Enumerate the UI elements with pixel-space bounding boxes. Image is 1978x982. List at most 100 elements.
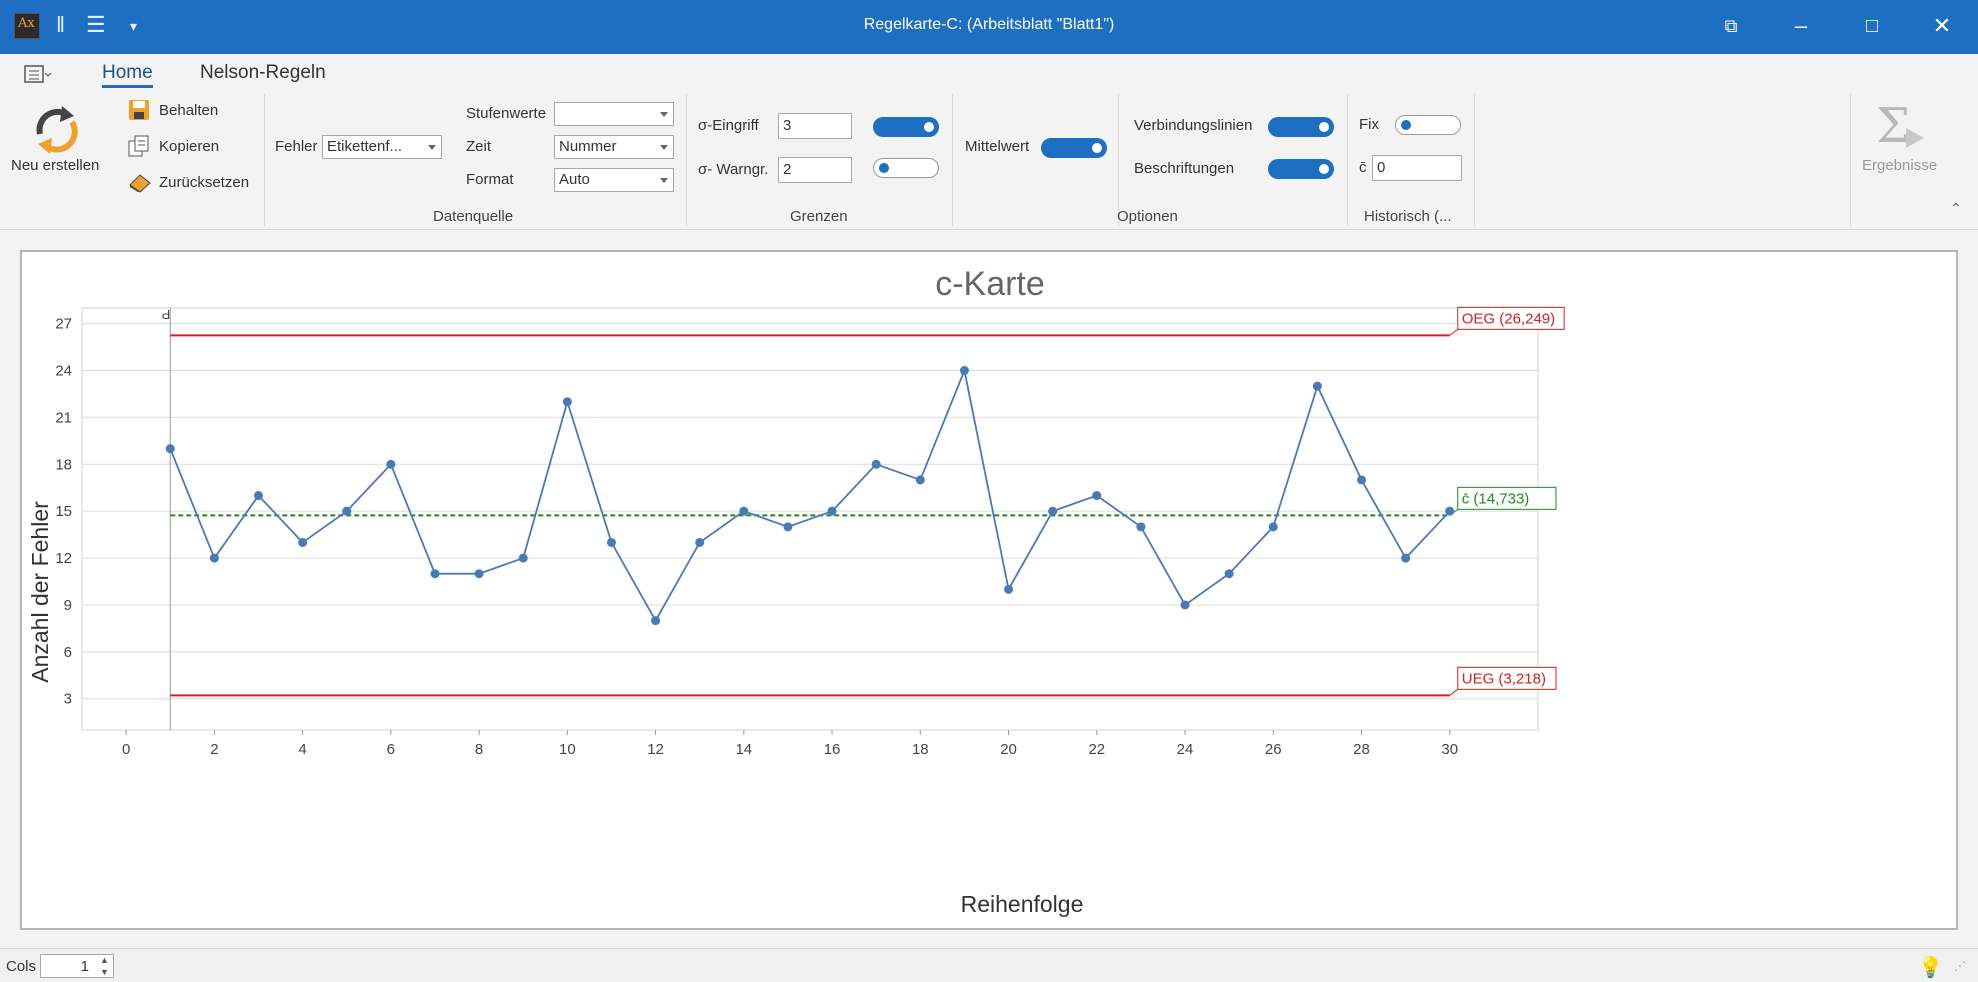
limit-label: UEG (3,218)	[1462, 670, 1546, 687]
verbindungslinien-label: Verbindungslinien	[1134, 117, 1253, 134]
data-point	[651, 616, 661, 626]
beschriftungen-toggle[interactable]	[1268, 159, 1334, 179]
zeit-label: Zeit	[466, 138, 492, 155]
stufenwerte-combo[interactable]	[554, 102, 674, 126]
data-point	[1312, 381, 1322, 391]
eraser-icon	[128, 171, 151, 193]
separator	[686, 94, 687, 226]
mittelwert-label: Mittelwert	[965, 138, 1030, 155]
eingriff-input[interactable]: 3	[778, 113, 852, 139]
separator	[1850, 94, 1851, 226]
dropdown-arrow-icon	[660, 112, 668, 117]
tab-home[interactable]: Home	[102, 62, 153, 88]
fix-label: Fix	[1359, 116, 1379, 133]
limit-label: c̄ (14,733)	[1462, 490, 1530, 507]
data-point	[474, 569, 484, 579]
sigma-icon[interactable]: Σ	[1872, 98, 1932, 154]
data-point	[342, 506, 352, 516]
x-tick-label: 18	[912, 741, 929, 758]
x-tick-label: 22	[1088, 741, 1105, 758]
data-point	[915, 475, 925, 485]
x-tick-label: 10	[559, 741, 576, 758]
x-tick-label: 12	[647, 741, 664, 758]
minimize-button[interactable]: –	[1784, 10, 1818, 42]
y-tick-label: 12	[55, 550, 72, 567]
spinner-arrows-icon[interactable]: ▲ ▼	[100, 954, 109, 978]
x-tick-label: 16	[824, 741, 841, 758]
copy-icon	[128, 135, 150, 157]
cbar-label: c̄	[1359, 159, 1367, 176]
x-tick-label: 2	[210, 741, 218, 758]
fehler-value: Etikettenf...	[327, 138, 403, 155]
data-point	[959, 366, 969, 376]
data-point	[739, 506, 749, 516]
warngrenze-input[interactable]: 2	[778, 157, 852, 183]
c-chart: c-Karte Anzahl der Fehler Reihenfolge 3 6…	[27, 265, 1565, 917]
tab-nelson-regeln[interactable]: Nelson-Regeln	[200, 62, 326, 84]
beschriftungen-label: Beschriftungen	[1134, 160, 1235, 177]
eingriff-toggle[interactable]	[873, 117, 939, 137]
restore-layout-icon[interactable]: ⧉	[1714, 10, 1748, 42]
data-point	[562, 397, 572, 407]
data-point	[871, 459, 881, 469]
x-tick-label: 6	[387, 741, 395, 758]
data-point	[253, 491, 263, 501]
lightbulb-icon[interactable]: 💡	[1918, 955, 1943, 980]
data-point	[827, 506, 837, 516]
warngrenze-label: σ- Warngr.	[698, 161, 769, 178]
data-point	[165, 444, 175, 454]
y-tick-label: 9	[64, 597, 72, 614]
mittelwert-toggle[interactable]	[1041, 138, 1107, 158]
cols-label: Cols	[6, 958, 37, 975]
fehler-combo[interactable]: Etikettenf...	[322, 135, 442, 159]
ribbon: Home Nelson-Regeln Neu erstellen Behalte…	[0, 54, 1978, 230]
separator	[952, 94, 953, 226]
data-point	[606, 537, 616, 547]
results-button[interactable]: Ergebnisse	[1862, 157, 1937, 174]
data-point	[1092, 491, 1102, 501]
x-tick-label: 26	[1265, 741, 1282, 758]
file-menu-icon[interactable]	[24, 64, 52, 86]
data-point	[1048, 506, 1058, 516]
keep-button[interactable]: Behalten	[159, 102, 218, 119]
data-point	[1401, 553, 1411, 563]
zeit-value: Nummer	[559, 138, 617, 155]
status-bar: Cols 1 ▲ ▼ 💡 ⋰	[0, 948, 1978, 982]
dropdown-arrow-icon	[428, 145, 436, 150]
verbindungslinien-toggle[interactable]	[1268, 117, 1334, 137]
zeit-combo[interactable]: Nummer	[554, 135, 674, 159]
data-point	[1224, 569, 1234, 579]
dropdown-arrow-icon	[660, 178, 668, 183]
svg-text:Σ: Σ	[1876, 98, 1910, 154]
toggle-knob	[1401, 120, 1411, 130]
toggle-knob	[924, 122, 934, 132]
warngrenze-toggle[interactable]	[873, 158, 939, 178]
refresh-icon[interactable]	[26, 100, 86, 156]
x-tick-label: 30	[1441, 741, 1458, 758]
format-combo[interactable]: Auto	[554, 168, 674, 192]
separator	[264, 94, 265, 226]
phase-marker-label: P	[162, 307, 171, 322]
cbar-input[interactable]: 0	[1372, 155, 1462, 181]
group-title-historisch: Historisch (...	[1364, 208, 1452, 225]
copy-button[interactable]: Kopieren	[159, 138, 219, 155]
x-tick-label: 24	[1177, 741, 1194, 758]
data-point	[695, 537, 705, 547]
x-tick-label: 8	[475, 741, 483, 758]
reset-button[interactable]: Zurücksetzen	[159, 174, 249, 191]
x-axis-label: Reihenfolge	[961, 891, 1084, 917]
maximize-button[interactable]: □	[1855, 10, 1889, 42]
fix-toggle[interactable]	[1395, 115, 1461, 135]
toggle-knob	[1319, 122, 1329, 132]
new-button[interactable]: Neu erstellen	[11, 157, 99, 174]
data-point	[430, 569, 440, 579]
resize-grip-icon[interactable]: ⋰	[1954, 959, 1966, 973]
y-tick-label: 21	[55, 409, 72, 426]
group-title-datenquelle: Datenquelle	[433, 208, 514, 225]
group-title-grenzen: Grenzen	[790, 208, 848, 225]
x-tick-label: 28	[1353, 741, 1370, 758]
collapse-ribbon-icon[interactable]: ⌃	[1950, 200, 1962, 217]
separator	[1347, 94, 1348, 226]
toggle-knob	[1092, 143, 1102, 153]
close-button[interactable]: ✕	[1925, 10, 1959, 42]
